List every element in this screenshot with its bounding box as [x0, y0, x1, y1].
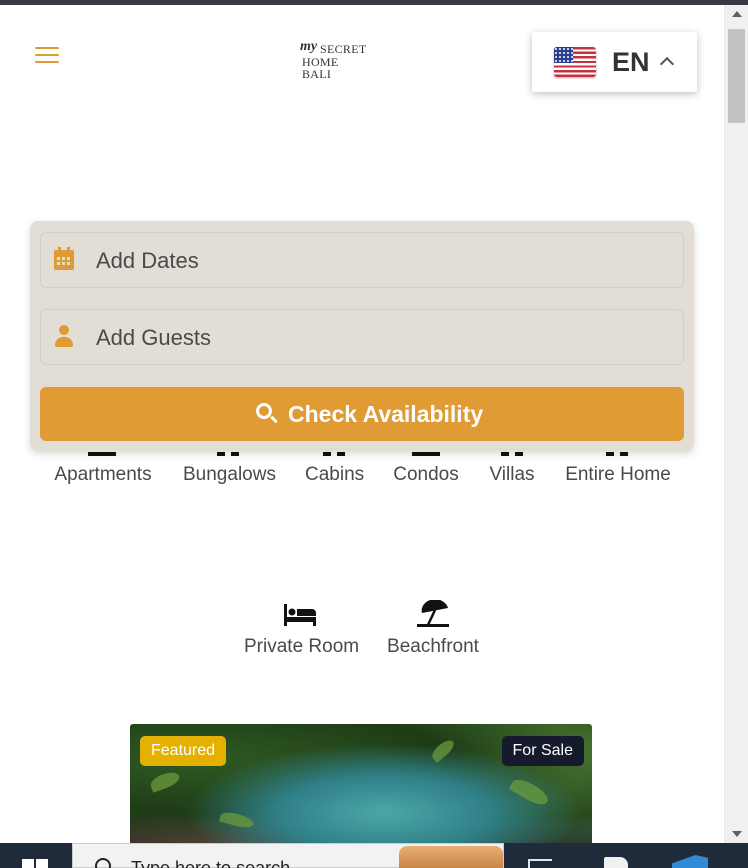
villa-icon — [489, 452, 535, 464]
foliage-decoration — [219, 809, 255, 831]
bed-icon — [284, 604, 316, 626]
check-availability-button[interactable]: Check Availability — [40, 387, 684, 441]
taskbar-search-box[interactable]: Type here to search — [72, 843, 504, 868]
foliage-decoration — [508, 775, 552, 809]
check-availability-label: Check Availability — [288, 401, 484, 427]
amenity-label: Private Room — [244, 636, 360, 657]
category-label: Bungalows — [183, 464, 276, 485]
add-dates-field[interactable]: Add Dates — [40, 232, 684, 288]
home-icon — [183, 452, 275, 464]
chevron-up-icon — [659, 56, 675, 72]
amenity-private-room[interactable]: Private Room — [244, 602, 360, 658]
category-cabins[interactable]: Cabins — [305, 452, 365, 486]
search-icon — [95, 858, 111, 868]
building-icon — [54, 452, 152, 464]
featured-badge: Featured — [140, 736, 227, 766]
availability-search-form: Add Dates Add Guests Check Availability — [30, 221, 694, 451]
windows-start-icon[interactable] — [22, 859, 48, 868]
category-label: Entire Home — [565, 464, 671, 485]
add-guests-field[interactable]: Add Guests — [40, 309, 684, 365]
page-scrollbar[interactable] — [724, 5, 748, 843]
house-icon — [565, 452, 671, 464]
site-logo[interactable]: my SECRET HOME BALI — [298, 39, 368, 81]
category-condos[interactable]: Condos — [393, 452, 459, 486]
scroll-up-arrow-icon[interactable] — [732, 11, 742, 17]
category-label: Condos — [393, 464, 459, 485]
category-villas[interactable]: Villas — [489, 452, 535, 486]
property-listing-card[interactable]: Featured For Sale — [130, 724, 592, 843]
category-label: Cabins — [305, 464, 365, 485]
taskbar-search-placeholder: Type here to search — [131, 858, 291, 868]
browser-top-edge — [0, 0, 748, 5]
scroll-down-arrow-icon[interactable] — [732, 831, 742, 837]
hamburger-menu-icon[interactable] — [35, 47, 59, 65]
search-highlight-image — [399, 846, 503, 868]
cabin-icon — [305, 452, 363, 464]
beach-umbrella-icon — [417, 600, 449, 627]
us-flag-icon — [554, 47, 596, 77]
category-bungalows[interactable]: Bungalows — [183, 452, 276, 486]
vscode-icon[interactable] — [672, 855, 708, 868]
category-apartments[interactable]: Apartments — [54, 452, 152, 486]
logo-script: my — [300, 39, 318, 54]
category-label: Apartments — [54, 464, 152, 485]
scroll-thumb[interactable] — [728, 29, 745, 123]
add-guests-label: Add Guests — [96, 325, 211, 350]
amenity-beachfront[interactable]: Beachfront — [387, 600, 479, 658]
file-icon[interactable] — [604, 857, 628, 868]
foliage-decoration — [429, 737, 457, 763]
condo-icon — [393, 452, 459, 464]
task-view-icon[interactable] — [528, 859, 552, 868]
logo-line-1: SECRET — [320, 42, 367, 56]
calendar-icon — [54, 247, 74, 270]
windows-taskbar: Type here to search — [0, 843, 748, 868]
amenity-label: Beachfront — [387, 636, 479, 657]
search-icon — [256, 403, 272, 419]
category-entire-home[interactable]: Entire Home — [565, 452, 671, 486]
foliage-decoration — [148, 769, 182, 793]
language-selector[interactable]: EN — [532, 32, 697, 92]
user-icon — [54, 325, 74, 347]
add-dates-label: Add Dates — [96, 248, 199, 273]
language-code: EN — [612, 47, 650, 77]
category-label: Villas — [489, 464, 535, 485]
for-sale-badge: For Sale — [501, 736, 584, 766]
logo-line-2: HOME BALI — [302, 55, 339, 81]
